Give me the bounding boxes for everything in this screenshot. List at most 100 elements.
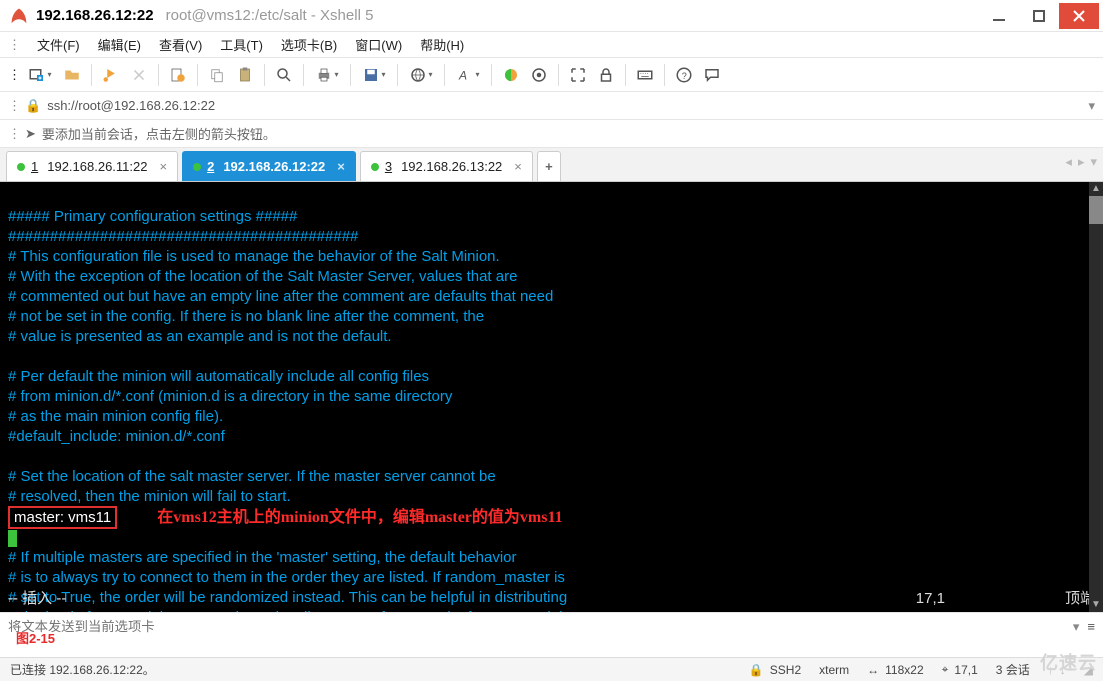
scroll-up-icon[interactable]: ▲ [1089, 182, 1103, 196]
status-pos: 17,1 [954, 663, 977, 677]
session-tab-3[interactable]: 3 192.168.26.13:22 × [360, 151, 533, 181]
session-tab-1[interactable]: 1 192.168.26.11:22 × [6, 151, 178, 181]
maximize-button[interactable] [1019, 3, 1059, 29]
term-line: # resolved, then the minion will fail to… [8, 488, 291, 505]
address-url[interactable]: ssh://root@192.168.26.12:22 [47, 98, 1088, 113]
lock-button[interactable] [593, 62, 619, 88]
disconnect-button[interactable] [126, 62, 152, 88]
figure-label: 图2-15 [16, 628, 55, 647]
tab-close-icon[interactable]: × [514, 159, 522, 174]
tab-close-icon[interactable]: × [159, 159, 167, 174]
vim-mode: -- 插入 -- [8, 589, 66, 608]
keyboard-button[interactable] [632, 62, 658, 88]
term-line: # Per default the minion will automatica… [8, 368, 429, 385]
term-line: # not be set in the config. If there is … [8, 308, 484, 325]
status-sessions: 3 会话 [996, 661, 1030, 678]
cursor [8, 530, 17, 547]
tab-list-icon[interactable]: ▾ [1090, 154, 1097, 170]
send-text-input[interactable] [8, 619, 1073, 634]
tab-number: 3 [385, 159, 392, 174]
color-button[interactable] [498, 62, 524, 88]
tab-prev-icon[interactable]: ◂ [1065, 154, 1072, 170]
minimize-button[interactable] [979, 3, 1019, 29]
save-button[interactable]: ▾ [357, 62, 391, 88]
arrow-icon[interactable]: ➤ [25, 126, 36, 142]
highlight-button[interactable] [526, 62, 552, 88]
menu-edit[interactable]: 编辑(E) [90, 33, 149, 56]
chevron-down-icon[interactable]: ▾ [1088, 98, 1095, 114]
term-line: # This configuration file is used to man… [8, 248, 500, 265]
chat-button[interactable] [699, 62, 725, 88]
vim-position: 17,1 [916, 589, 945, 608]
terminal-scrollbar[interactable]: ▲ ▼ [1089, 182, 1103, 612]
print-button[interactable]: ▾ [310, 62, 344, 88]
open-button[interactable] [59, 62, 85, 88]
vim-status-line: -- 插入 -- 17,1 顶端 [8, 589, 1095, 608]
menu-tabs[interactable]: 选项卡(B) [273, 33, 345, 56]
term-line: ##### Primary configuration settings ###… [8, 208, 297, 225]
lock-icon: 🔒 [749, 663, 764, 677]
separator [91, 64, 92, 86]
session-tab-2[interactable]: 2 192.168.26.12:22 × [182, 151, 356, 181]
menu-bar: ⋮ 文件(F) 编辑(E) 查看(V) 工具(T) 选项卡(B) 窗口(W) 帮… [0, 32, 1103, 58]
term-line: # If multiple masters are specified in t… [8, 549, 516, 566]
app-icon [8, 5, 30, 27]
cursor-icon: ⌖ [942, 662, 949, 677]
term-line: # the load of many minions executing sal… [8, 609, 572, 612]
menu-tools[interactable]: 工具(T) [212, 33, 271, 56]
toolbar: ⋮ ▾ ▾ ▾ ▾ A▾ ? [0, 58, 1103, 92]
separator [558, 64, 559, 86]
separator [158, 64, 159, 86]
tab-close-icon[interactable]: × [337, 159, 345, 174]
svg-text:?: ? [682, 70, 687, 80]
grip-icon: ⋮ [8, 98, 21, 114]
fullscreen-button[interactable] [565, 62, 591, 88]
term-line: ########################################… [8, 228, 358, 245]
tab-number: 1 [31, 159, 38, 174]
reconnect-button[interactable] [98, 62, 124, 88]
copy-button[interactable] [204, 62, 230, 88]
find-button[interactable] [271, 62, 297, 88]
status-dot-icon [17, 163, 25, 171]
menu-file[interactable]: 文件(F) [29, 33, 88, 56]
term-line: # as the main minion config file). [8, 408, 223, 425]
close-button[interactable] [1059, 3, 1099, 29]
new-tab-button[interactable]: + [537, 151, 561, 181]
term-line: # value is presented as an example and i… [8, 328, 392, 345]
tab-strip: 1 192.168.26.11:22 × 2 192.168.26.12:22 … [0, 148, 1103, 182]
menu-view[interactable]: 查看(V) [151, 33, 210, 56]
help-button[interactable]: ? [671, 62, 697, 88]
menu-help[interactable]: 帮助(H) [412, 33, 472, 56]
terminal[interactable]: ##### Primary configuration settings ###… [0, 182, 1103, 612]
send-text-bar: ▾ ≡ [0, 612, 1103, 640]
font-button[interactable]: A▾ [451, 62, 485, 88]
tab-number: 2 [207, 159, 214, 174]
chevron-down-icon[interactable]: ▾ [1073, 619, 1080, 635]
separator [197, 64, 198, 86]
term-line: # commented out but have an empty line a… [8, 288, 553, 305]
new-session-button[interactable]: ▾ [23, 62, 57, 88]
separator [664, 64, 665, 86]
status-term: xterm [819, 663, 849, 677]
separator [264, 64, 265, 86]
scroll-thumb[interactable] [1089, 196, 1103, 224]
titlebar: 192.168.26.12:22 root@vms12:/etc/salt - … [0, 0, 1103, 32]
term-line: # from minion.d/*.conf (minion.d is a di… [8, 388, 452, 405]
separator [397, 64, 398, 86]
tab-label: 192.168.26.11:22 [47, 159, 147, 174]
tab-label: 192.168.26.13:22 [401, 159, 502, 174]
grip-icon: ⋮ [8, 37, 21, 53]
properties-button[interactable] [165, 62, 191, 88]
title-ip: 192.168.26.12:22 [36, 7, 154, 24]
term-line: #default_include: minion.d/*.conf [8, 428, 225, 445]
separator [491, 64, 492, 86]
paste-button[interactable] [232, 62, 258, 88]
master-setting: master: vms11 [8, 506, 117, 529]
status-dot-icon [371, 163, 379, 171]
encoding-button[interactable]: ▾ [404, 62, 438, 88]
title-path: root@vms12:/etc/salt - Xshell 5 [166, 7, 374, 24]
tab-next-icon[interactable]: ▸ [1078, 154, 1085, 170]
menu-icon[interactable]: ≡ [1087, 619, 1095, 634]
scroll-down-icon[interactable]: ▼ [1089, 598, 1103, 612]
menu-window[interactable]: 窗口(W) [347, 33, 410, 56]
